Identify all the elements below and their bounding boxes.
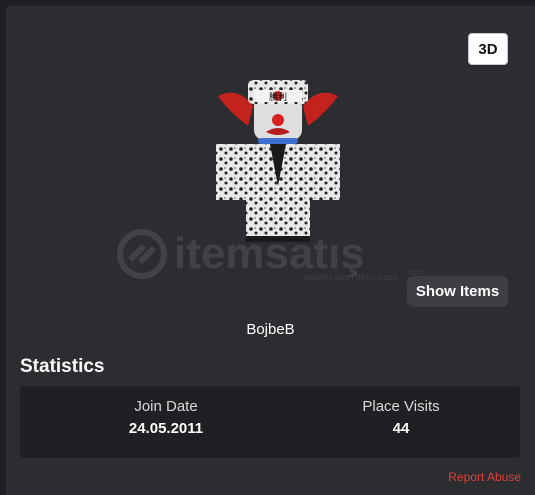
join-date-label: Join Date	[134, 398, 198, 415]
place-visits-stat: Place Visits 44	[301, 398, 501, 437]
join-date-stat: Join Date 24.05.2011	[66, 398, 266, 437]
join-date-value: 24.05.2011	[128, 420, 204, 437]
avatar-figure: 勝利	[216, 80, 340, 242]
statistics-box: Join Date 24.05.2011 Place Visits 44	[20, 386, 520, 458]
profile-panel: 3D itemsatış HESAP | SKIN | ITEM | GOLD …	[6, 6, 535, 495]
place-visits-value: 44	[392, 420, 410, 437]
show-items-button[interactable]: Show Items	[407, 276, 508, 307]
username-label: BojbeB	[246, 321, 295, 338]
place-visits-label: Place Visits	[362, 398, 440, 415]
avatar-viewer[interactable]: 3D itemsatış HESAP | SKIN | ITEM | GOLD …	[6, 6, 535, 326]
watermark-subtext: HESAP | SKIN | ITEM | GOLD	[304, 275, 398, 282]
statistics-heading: Statistics	[20, 356, 105, 377]
report-abuse-link[interactable]: Report Abuse	[448, 470, 521, 484]
toggle-3d-button[interactable]: 3D	[468, 33, 508, 65]
hat-text: 勝利	[269, 91, 287, 103]
